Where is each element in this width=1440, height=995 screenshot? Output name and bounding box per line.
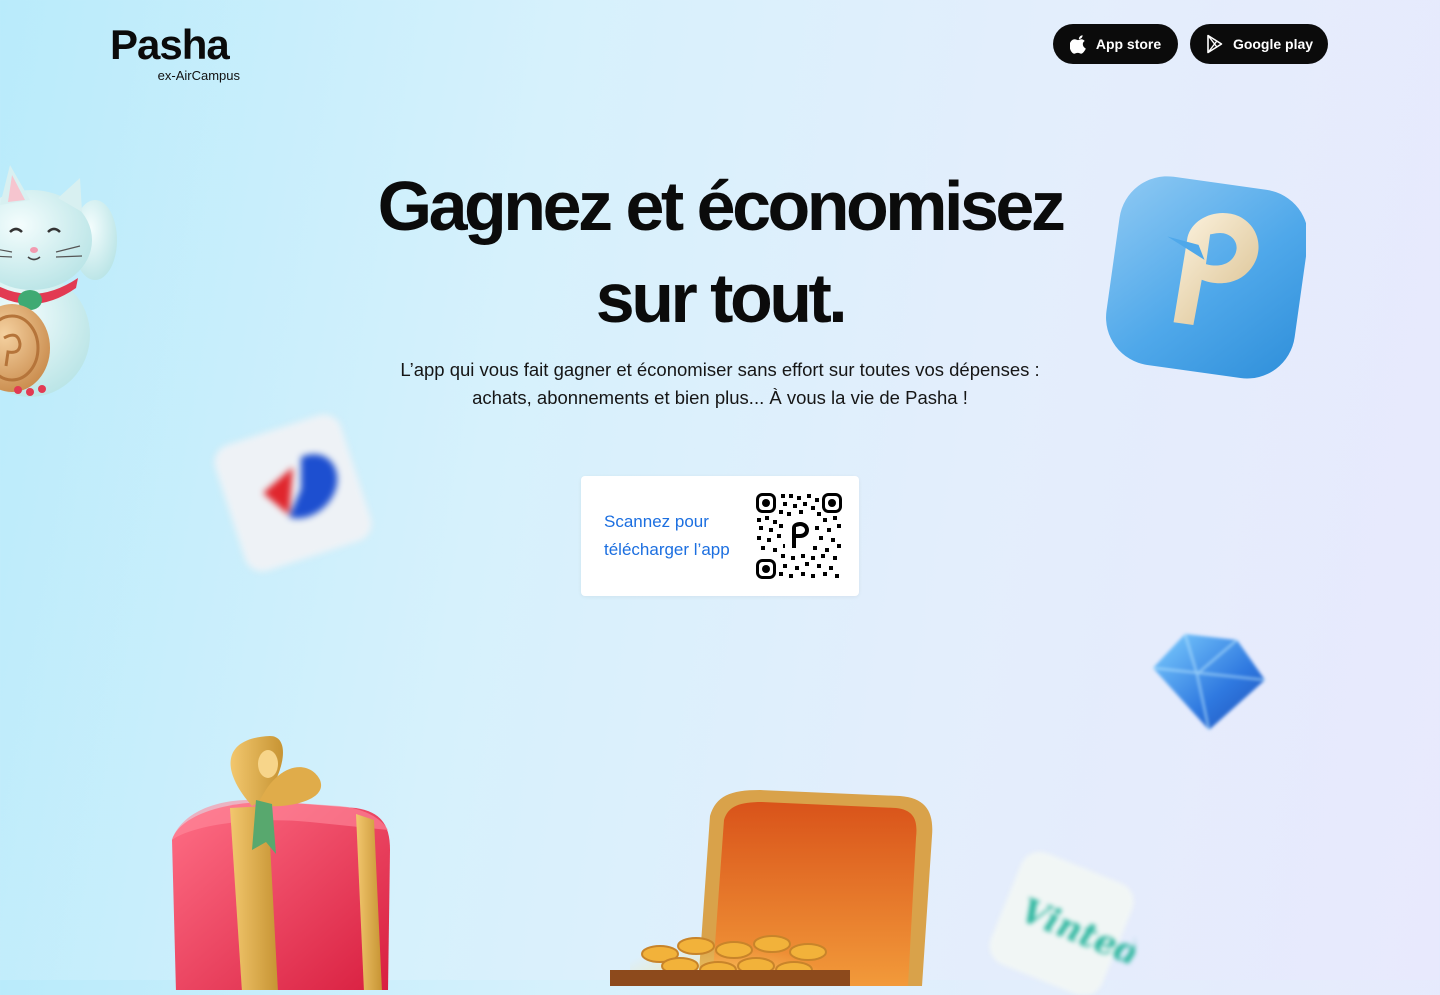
logo-wordmark: Pasha [110, 21, 230, 68]
google-play-button[interactable]: Google play [1190, 24, 1328, 64]
app-store-button[interactable]: App store [1053, 24, 1178, 64]
qr-text-line1: Scannez pour [604, 512, 709, 531]
qr-text-line2: télécharger l’app [604, 540, 730, 559]
logo-subtitle: ex-AirCampus [157, 68, 240, 83]
qr-code-icon [755, 492, 843, 580]
hero-title-line1: Gagnez et économisez [377, 167, 1066, 245]
vinted-logo-icon: Vinted [989, 851, 1135, 995]
hero-subtitle-line1: L’app qui vous fait gagner et économiser… [400, 359, 1040, 380]
pasha-logo[interactable]: Pasha ex-AirCampus [110, 22, 242, 88]
app-store-label: App store [1095, 36, 1162, 52]
apple-icon [1069, 35, 1086, 54]
hero-title-line2: sur tout. [595, 259, 848, 337]
google-play-icon [1207, 34, 1223, 54]
carrefour-logo-icon [214, 414, 372, 572]
lucky-cat-icon [0, 165, 117, 397]
qr-card-text[interactable]: Scannez pour télécharger l’app [604, 508, 754, 564]
gift-box-icon [172, 736, 390, 990]
hero-subtitle: L’app qui vous fait gagner et économiser… [370, 356, 1070, 412]
pasha-app-icon [1106, 176, 1306, 379]
hero-title: Gagnez et économisez sur tout. [320, 160, 1120, 344]
qr-download-card[interactable]: Scannez pour télécharger l’app [581, 476, 859, 596]
treasure-chest-icon [610, 790, 933, 986]
google-play-label: Google play [1232, 36, 1314, 52]
hero-subtitle-line2: achats, abonnements et bien plus... À vo… [472, 387, 968, 408]
gem-icon [1152, 633, 1266, 731]
